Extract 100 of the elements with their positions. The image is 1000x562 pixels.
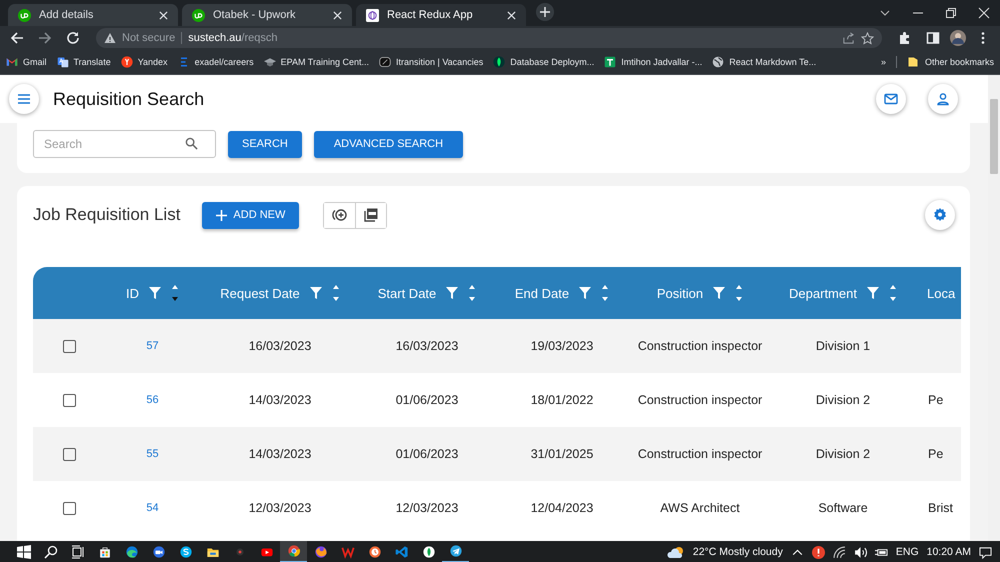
column-header[interactable]: Start Date <box>378 286 436 300</box>
close-icon[interactable] <box>159 10 168 20</box>
close-icon[interactable] <box>507 10 516 20</box>
close-icon[interactable] <box>333 10 342 20</box>
table-cell: 12/04/2023 <box>530 501 594 515</box>
filter-icon[interactable] <box>713 287 726 299</box>
language-indicator[interactable]: ENG <box>896 546 919 558</box>
weather-text[interactable]: 22°C Mostly cloudy <box>692 546 783 558</box>
mail-icon <box>883 91 899 107</box>
table-cell: Software <box>818 501 868 515</box>
table-cell: 12/03/2023 <box>396 501 458 515</box>
browser-tab[interactable]: React Redux App <box>356 4 526 26</box>
filter-icon[interactable] <box>866 287 879 299</box>
side-panel-icon[interactable] <box>926 31 940 45</box>
mail-button[interactable] <box>876 84 906 114</box>
address-bar[interactable]: Not secure sustech.au/reqsch <box>96 28 882 48</box>
other-bookmarks[interactable]: Other bookmarks <box>906 56 994 68</box>
clock[interactable]: 10:20 AM <box>926 546 971 558</box>
advanced-search-button[interactable]: ADVANCED SEARCH <box>314 130 464 158</box>
table-cell: AWS Architect <box>660 501 740 515</box>
fox-icon[interactable] <box>314 545 328 559</box>
column-header[interactable]: Request Date <box>220 286 300 300</box>
translate-icon <box>56 56 69 68</box>
column-header[interactable]: Loca <box>927 286 956 300</box>
avatar-icon[interactable] <box>950 30 966 46</box>
share-icon[interactable] <box>842 32 855 44</box>
search-button[interactable]: SEARCH <box>228 130 302 158</box>
bookmark[interactable]: Translate <box>56 56 111 68</box>
row-checkbox[interactable] <box>62 394 76 406</box>
browser-tab[interactable]: Add details <box>8 4 178 26</box>
filter-icon[interactable] <box>446 287 458 299</box>
shopping-bag-icon[interactable] <box>98 545 112 559</box>
close-icon[interactable] <box>978 7 990 19</box>
column-header[interactable]: Department <box>789 286 857 300</box>
cap-icon <box>264 56 276 68</box>
table-cell: Division 2 <box>816 447 870 461</box>
filter-icon[interactable] <box>149 287 161 299</box>
column-header[interactable]: ID <box>126 286 139 300</box>
filter-icon[interactable] <box>310 287 322 299</box>
warning-icon <box>104 32 116 44</box>
security-label[interactable]: Not secure <box>122 32 176 44</box>
id-link[interactable]: 56 <box>146 394 159 406</box>
row-checkbox[interactable] <box>62 340 76 352</box>
bookmark[interactable]: Imtihon Jadvallar -... <box>604 56 702 68</box>
bookmark[interactable]: Itransition | Vacancies <box>378 56 484 68</box>
table-cell: Brist <box>928 501 953 515</box>
table-cell: Construction inspector <box>638 447 762 461</box>
leaf-circle-icon[interactable] <box>422 545 436 559</box>
clock-icon[interactable] <box>368 545 382 559</box>
table-cell: 14/03/2023 <box>248 393 312 407</box>
filter-icon[interactable] <box>579 287 592 299</box>
column-header[interactable]: End Date <box>514 286 570 300</box>
bookmark[interactable]: Yandex <box>120 56 168 68</box>
id-link[interactable]: 54 <box>146 502 159 514</box>
table-cell: 01/06/2023 <box>396 447 458 461</box>
forward-icon[interactable] <box>38 31 52 45</box>
bookmark[interactable]: exadel/careers <box>178 56 254 68</box>
wifi-icon[interactable] <box>832 546 846 558</box>
bookmark[interactable]: Database Deploym... <box>493 56 594 68</box>
volume-icon[interactable] <box>854 546 867 558</box>
table-cell: Construction inspector <box>638 339 762 353</box>
alert-icon[interactable] <box>812 546 825 558</box>
code-icon[interactable] <box>394 545 408 559</box>
menu-button[interactable] <box>9 84 39 114</box>
search-field[interactable]: Search <box>33 130 216 158</box>
browser-icon[interactable] <box>286 544 300 558</box>
rounded-square-icon <box>378 56 391 68</box>
scroll-thumb[interactable] <box>990 99 998 174</box>
chat-circle-icon[interactable] <box>178 545 192 559</box>
profile-button[interactable] <box>928 84 958 114</box>
restore-icon[interactable] <box>945 7 957 19</box>
row-checkbox[interactable] <box>62 502 76 514</box>
table-cell: Pe <box>928 447 944 461</box>
video-camera-icon[interactable] <box>152 545 166 559</box>
cloud-sun-icon <box>666 546 685 558</box>
table-cell: 16/03/2023 <box>248 339 312 353</box>
w-mark-icon[interactable] <box>340 545 354 559</box>
star-icon[interactable] <box>861 32 874 44</box>
folder-icon <box>906 56 919 68</box>
bookmark[interactable]: React Markdown Te... <box>712 56 816 68</box>
pdf-button[interactable] <box>355 202 386 228</box>
row-checkbox[interactable] <box>62 448 76 460</box>
settings-button[interactable] <box>925 200 955 230</box>
id-link[interactable]: 55 <box>146 448 159 460</box>
taskbar-app[interactable] <box>280 541 307 562</box>
bookmark[interactable]: EPAM Training Cent... <box>264 56 369 68</box>
browser-tab[interactable]: Otabek - Upwork <box>182 4 352 26</box>
search-icon <box>44 545 58 559</box>
sort-icon[interactable] <box>171 283 179 303</box>
add-new-button[interactable]: ADD NEW <box>202 202 300 228</box>
swirl-icon[interactable] <box>124 545 138 559</box>
reload-icon[interactable] <box>66 31 80 45</box>
id-link[interactable]: 57 <box>146 340 159 352</box>
paper-plane-icon[interactable] <box>448 544 462 558</box>
notification-icon[interactable] <box>979 546 992 558</box>
bookmark[interactable]: Gmail <box>6 56 47 68</box>
puzzle-icon[interactable] <box>898 31 912 45</box>
bookmarks-overflow[interactable]: » <box>880 57 886 67</box>
back-icon[interactable] <box>10 31 24 45</box>
column-header[interactable]: Position <box>656 286 704 300</box>
